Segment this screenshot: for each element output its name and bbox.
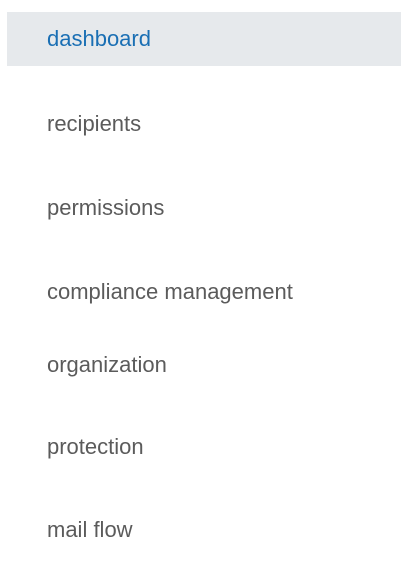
sidebar-item-label: dashboard [47, 26, 151, 51]
sidebar-item-label: compliance management [47, 279, 293, 304]
sidebar-item-dashboard[interactable]: dashboard [7, 12, 401, 66]
sidebar-item-organization[interactable]: organization [7, 338, 401, 392]
sidebar-item-label: protection [47, 434, 144, 459]
sidebar-item-label: permissions [47, 195, 165, 220]
sidebar-nav: dashboard recipients permissions complia… [0, 0, 401, 578]
sidebar-item-permissions[interactable]: permissions [7, 181, 401, 235]
sidebar-item-protection[interactable]: protection [7, 420, 401, 474]
sidebar-item-label: mail flow [47, 517, 133, 542]
sidebar-item-label: recipients [47, 111, 142, 136]
sidebar-item-mail-flow[interactable]: mail flow [7, 503, 401, 557]
sidebar-item-label: organization [47, 352, 167, 377]
sidebar-item-compliance-management[interactable]: compliance management [7, 265, 401, 319]
sidebar-item-recipients[interactable]: recipients [7, 97, 401, 151]
